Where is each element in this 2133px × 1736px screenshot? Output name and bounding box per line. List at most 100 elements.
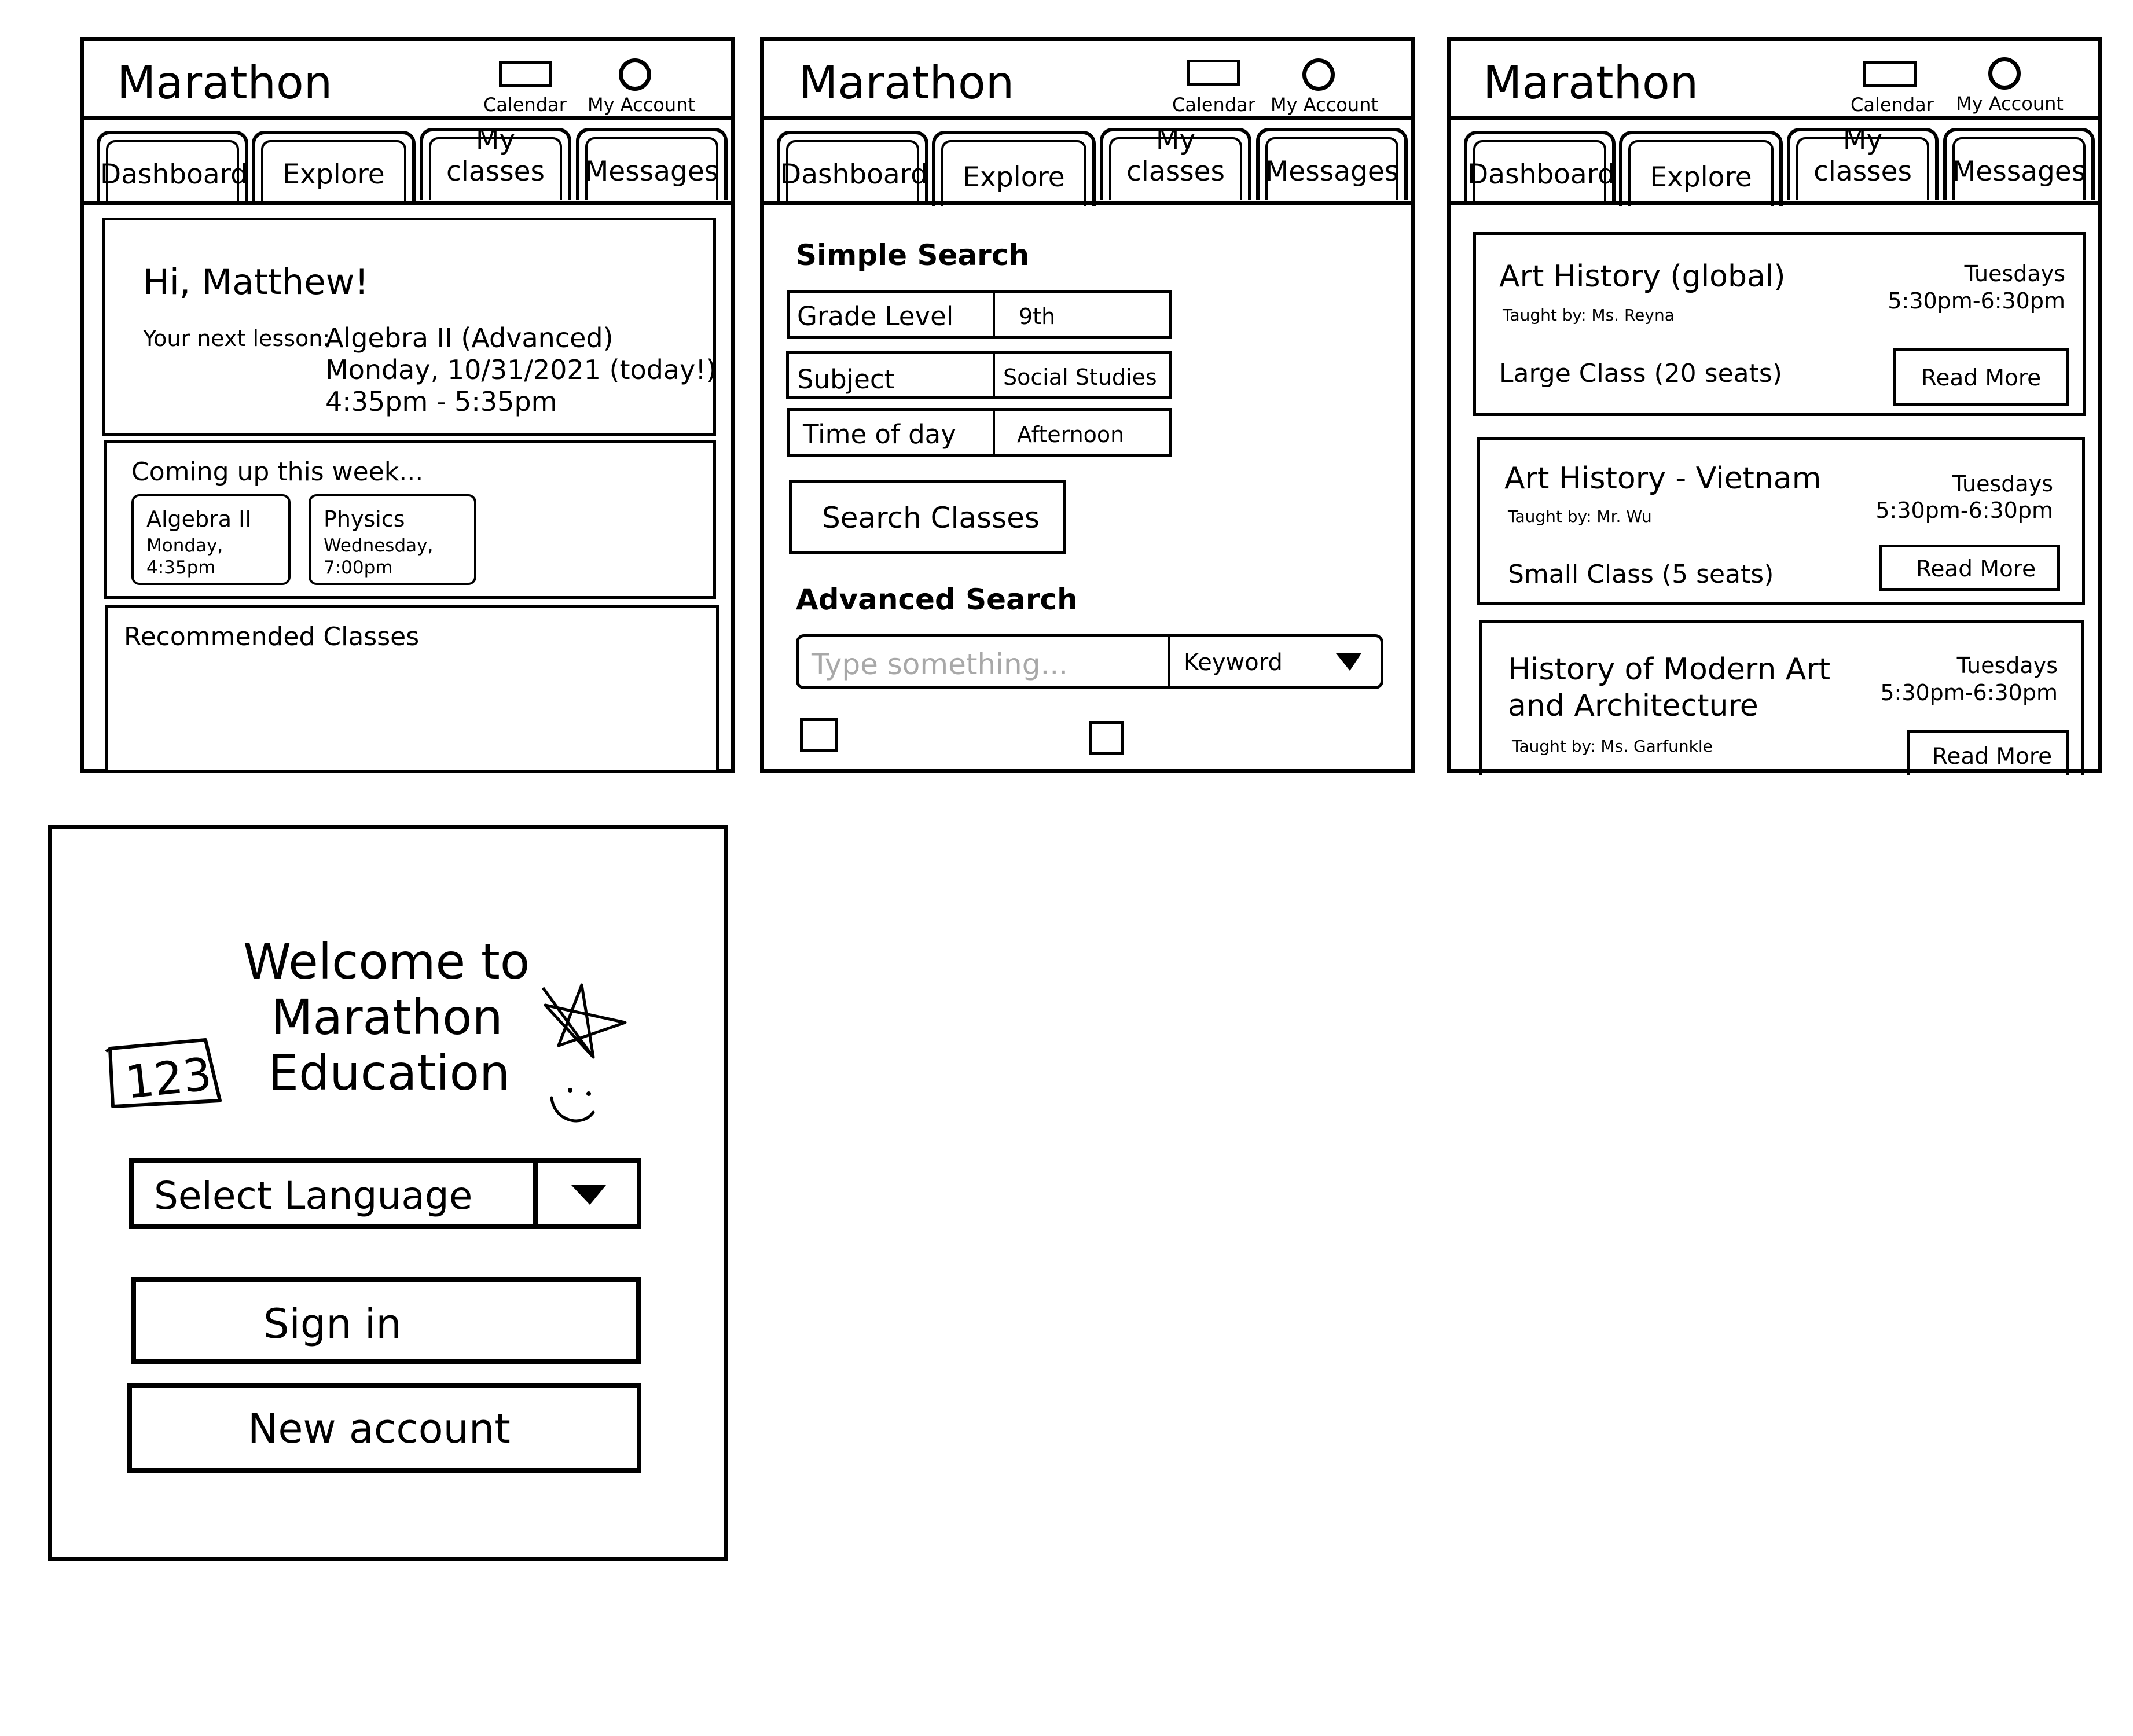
header-divider bbox=[84, 116, 731, 120]
language-select[interactable]: Select Language bbox=[129, 1158, 641, 1229]
recommended-classes-card: Recommended Classes bbox=[105, 605, 719, 773]
tab-explore[interactable]: Explore bbox=[252, 131, 416, 203]
account-icon bbox=[619, 58, 651, 91]
tab-messages[interactable]: Messages bbox=[1943, 128, 2095, 200]
checkbox[interactable] bbox=[800, 718, 838, 752]
search-classes-button[interactable]: Search Classes bbox=[789, 480, 1066, 554]
filter-label: Grade Level bbox=[797, 301, 954, 332]
calendar-button[interactable]: Calendar bbox=[1172, 53, 1259, 116]
upcoming-class-card[interactable]: Physics Wednesday, 7:00pm bbox=[309, 494, 476, 585]
tab-my-classes[interactable]: My classes bbox=[1100, 124, 1251, 200]
star-doodle-icon bbox=[541, 983, 627, 1059]
read-more-button[interactable]: Read More bbox=[1879, 545, 2060, 591]
header-divider bbox=[1451, 116, 2098, 120]
advanced-search-bar: Type something... Keyword bbox=[796, 634, 1383, 689]
read-more-button[interactable]: Read More bbox=[1907, 730, 2069, 775]
account-icon bbox=[1302, 58, 1335, 91]
welcome-title-line2: Marathon bbox=[271, 989, 503, 1046]
app-title: Marathon bbox=[117, 57, 333, 109]
filter-value: Afternoon bbox=[1017, 422, 1125, 447]
app-title: Marathon bbox=[799, 57, 1015, 109]
dashboard-screen: Marathon Calendar My Account Dashboard E… bbox=[80, 37, 735, 773]
welcome-screen: Welcome to Marathon Education 123 Select… bbox=[48, 825, 728, 1561]
next-lesson-date: Monday, 10/31/2021 (today!) bbox=[325, 354, 717, 385]
tab-divider bbox=[764, 201, 1411, 205]
chevron-down-icon bbox=[571, 1185, 606, 1205]
language-dropdown-button[interactable] bbox=[533, 1158, 641, 1229]
coming-up-card: Coming up this week... Algebra II Monday… bbox=[104, 440, 716, 599]
language-select-label: Select Language bbox=[154, 1174, 473, 1218]
next-lesson-card: Hi, Matthew! Your next lesson: Algebra I… bbox=[102, 218, 717, 436]
app-title: Marathon bbox=[1483, 57, 1699, 109]
grade-level-filter[interactable]: Grade Level 9th bbox=[787, 290, 1172, 339]
class-title: and Architecture bbox=[1508, 689, 1758, 723]
class-day: Tuesdays bbox=[1964, 261, 2065, 286]
account-label: My Account bbox=[588, 94, 695, 116]
checkbox[interactable] bbox=[1089, 721, 1124, 755]
class-teacher: Taught by: Ms. Reyna bbox=[1503, 306, 1675, 325]
recommended-title: Recommended Classes bbox=[124, 622, 420, 652]
class-day: Tuesdays bbox=[1952, 471, 2053, 496]
new-account-button[interactable]: New account bbox=[127, 1383, 641, 1473]
filter-label: Subject bbox=[797, 364, 895, 395]
class-title: History of Modern Art bbox=[1508, 652, 1831, 687]
class-title: Art History - Vietnam bbox=[1504, 461, 1822, 496]
calendar-doodle-icon: 123 bbox=[105, 1038, 222, 1109]
simple-search-heading: Simple Search bbox=[796, 238, 1030, 272]
class-day: Tuesdays bbox=[1956, 653, 2058, 678]
next-lesson-time: 4:35pm - 5:35pm bbox=[325, 386, 557, 417]
search-input[interactable]: Type something... bbox=[812, 650, 1068, 679]
time-of-day-filter[interactable]: Time of day Afternoon bbox=[787, 408, 1172, 457]
tab-dashboard[interactable]: Dashboard bbox=[97, 131, 248, 203]
welcome-title-line3: Education bbox=[268, 1044, 511, 1101]
calendar-button[interactable]: Calendar bbox=[1851, 53, 1937, 116]
class-time: 5:30pm-6:30pm bbox=[1888, 288, 2065, 314]
tab-explore[interactable]: Explore bbox=[932, 131, 1096, 206]
search-type-select[interactable]: Keyword bbox=[1184, 651, 1283, 674]
smiley-doodle-icon bbox=[550, 1088, 595, 1123]
account-button[interactable]: My Account bbox=[1271, 53, 1386, 116]
tab-explore[interactable]: Explore bbox=[1619, 131, 1783, 206]
class-time: 5:30pm-6:30pm bbox=[1875, 498, 2053, 523]
calendar-label: Calendar bbox=[483, 94, 567, 116]
account-label: My Account bbox=[1271, 94, 1378, 116]
tab-messages[interactable]: Messages bbox=[576, 128, 728, 200]
class-result-card: History of Modern Art and Architecture T… bbox=[1479, 620, 2084, 775]
filter-value: 9th bbox=[1019, 304, 1056, 329]
tab-dashboard[interactable]: Dashboard bbox=[777, 131, 928, 203]
class-result-card: Art History (global) Taught by: Ms. Reyn… bbox=[1473, 232, 2086, 416]
tab-messages[interactable]: Messages bbox=[1256, 128, 1408, 200]
upcoming-class-card[interactable]: Algebra II Monday, 4:35pm bbox=[131, 494, 291, 585]
tab-my-classes[interactable]: My classes bbox=[1787, 124, 1939, 200]
subject-filter[interactable]: Subject Social Studies bbox=[786, 351, 1172, 399]
class-size: Small Class (5 seats) bbox=[1508, 560, 1774, 589]
header-divider bbox=[764, 116, 1411, 120]
calendar-icon bbox=[1187, 60, 1240, 86]
read-more-button[interactable]: Read More bbox=[1893, 348, 2069, 406]
doodle-text: 123 bbox=[123, 1049, 214, 1109]
advanced-search-heading: Advanced Search bbox=[796, 583, 1078, 616]
tab-my-classes[interactable]: My classes bbox=[420, 124, 571, 200]
account-button[interactable]: My Account bbox=[588, 53, 703, 116]
explore-results-screen: Marathon Calendar My Account Dashboard E… bbox=[1447, 37, 2102, 775]
calendar-icon bbox=[1863, 61, 1917, 87]
sign-in-button[interactable]: Sign in bbox=[131, 1277, 641, 1364]
filter-label: Time of day bbox=[803, 419, 956, 450]
account-button[interactable]: My Account bbox=[1955, 53, 2070, 116]
calendar-button[interactable]: Calendar bbox=[483, 53, 570, 116]
welcome-title-line1: Welcome to bbox=[243, 933, 530, 990]
account-label: My Account bbox=[1956, 93, 2064, 115]
calendar-label: Calendar bbox=[1851, 94, 1934, 116]
next-lesson-class: Algebra II (Advanced) bbox=[325, 322, 614, 354]
chevron-down-icon[interactable] bbox=[1336, 653, 1361, 671]
calendar-label: Calendar bbox=[1172, 94, 1255, 116]
class-title: Art History (global) bbox=[1499, 259, 1786, 294]
class-teacher: Taught by: Ms. Garfunkle bbox=[1512, 737, 1713, 756]
account-icon bbox=[1988, 57, 2021, 90]
tab-divider bbox=[84, 201, 731, 205]
class-result-card: Art History - Vietnam Taught by: Mr. Wu … bbox=[1477, 437, 2085, 605]
filter-value: Social Studies bbox=[1003, 365, 1157, 390]
tab-dashboard[interactable]: Dashboard bbox=[1464, 131, 1616, 203]
class-teacher: Taught by: Mr. Wu bbox=[1508, 507, 1652, 526]
calendar-icon bbox=[499, 61, 552, 87]
